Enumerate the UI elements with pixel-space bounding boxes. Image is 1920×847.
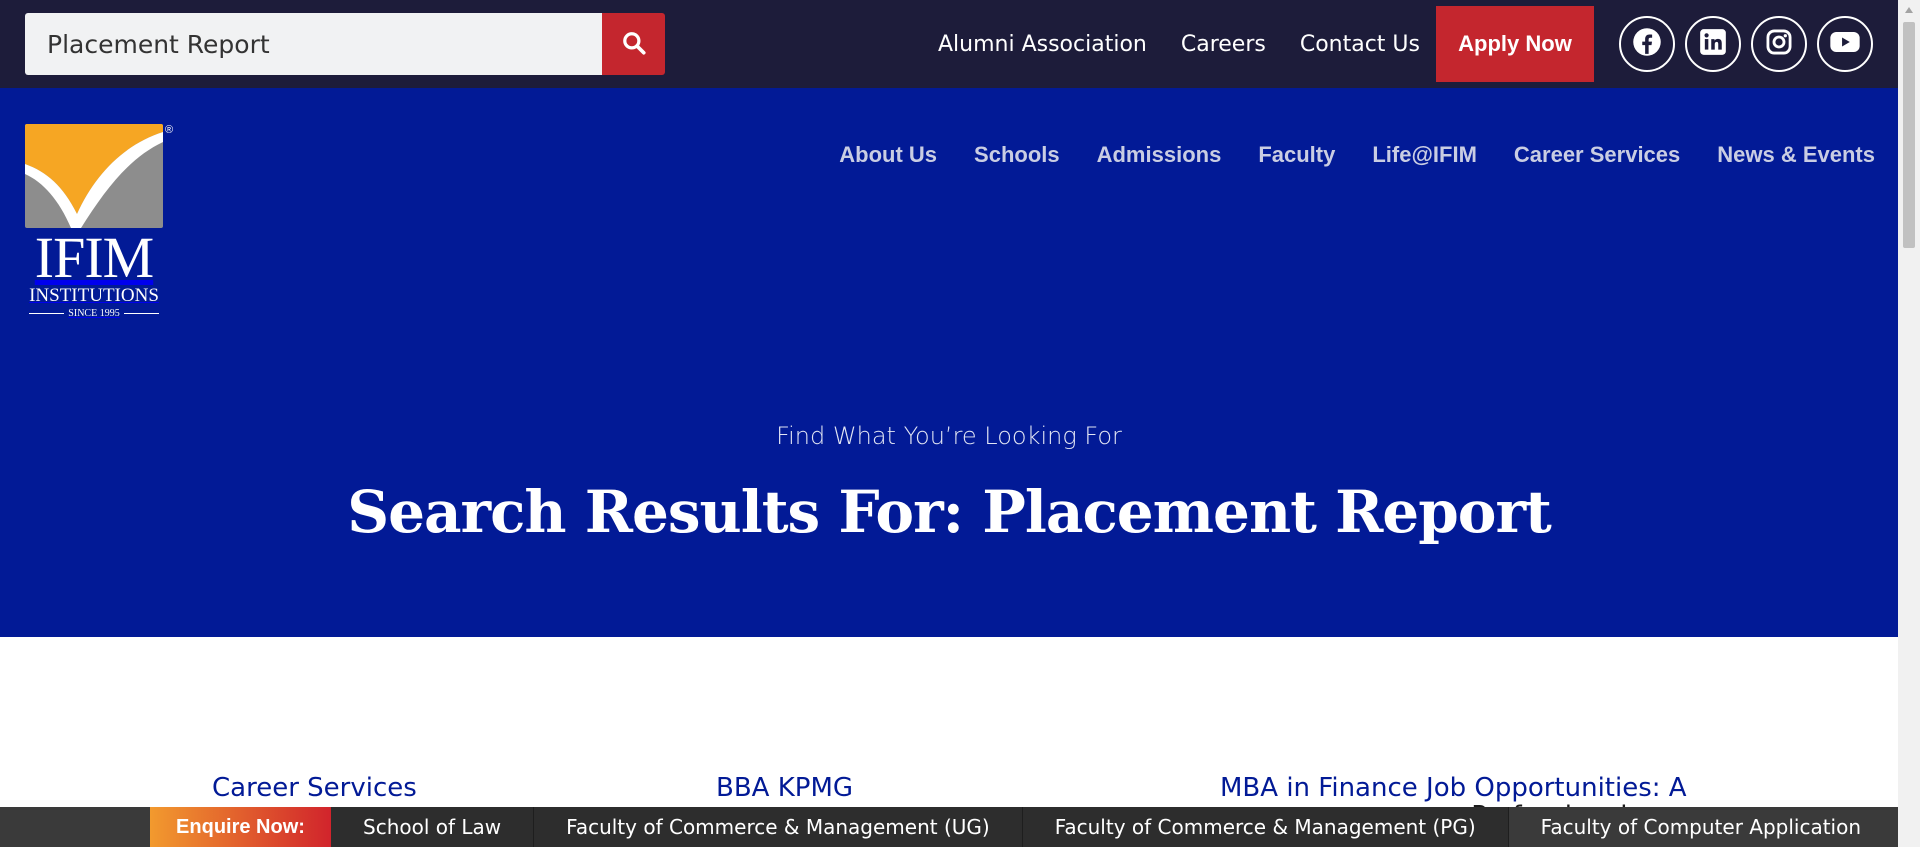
enquire-label: Enquire Now: xyxy=(150,807,331,847)
enquire-school-of-law[interactable]: School of Law xyxy=(331,807,535,847)
ifim-logo[interactable]: ® IFIM INSTITUTIONS SINCE 1995 xyxy=(25,124,177,330)
hero-banner: ® IFIM INSTITUTIONS SINCE 1995 About Us … xyxy=(0,88,1898,637)
linkedin-icon xyxy=(1699,28,1727,61)
result-title[interactable]: MBA in Finance Job Opportunities: A xyxy=(1220,773,1687,803)
utility-nav: Alumni Association Careers Contact Us xyxy=(938,0,1454,88)
contact-us-link[interactable]: Contact Us xyxy=(1300,32,1420,57)
search-bar xyxy=(25,13,665,75)
linkedin-link[interactable] xyxy=(1685,16,1741,72)
search-input[interactable] xyxy=(25,13,602,75)
search-icon xyxy=(621,30,647,59)
nav-about-us[interactable]: About Us xyxy=(839,142,937,168)
result-title[interactable]: Career Services xyxy=(212,773,417,803)
logo-registered-mark: ® xyxy=(165,124,174,136)
main-nav: About Us Schools Admissions Faculty Life… xyxy=(802,142,1875,168)
logo-divider xyxy=(29,313,65,314)
nav-admissions[interactable]: Admissions xyxy=(1097,142,1222,168)
result-title[interactable]: BBA KPMG xyxy=(716,773,853,803)
facebook-icon xyxy=(1632,27,1662,62)
facebook-link[interactable] xyxy=(1619,16,1675,72)
instagram-link[interactable] xyxy=(1751,16,1807,72)
logo-subtitle: INSTITUTIONS xyxy=(29,285,159,306)
enquire-computer-application[interactable]: Faculty of Computer Application xyxy=(1508,807,1894,847)
scroll-up-icon[interactable] xyxy=(1898,0,1920,20)
nav-faculty[interactable]: Faculty xyxy=(1258,142,1335,168)
youtube-icon xyxy=(1829,26,1861,63)
logo-checkmark-icon xyxy=(25,124,163,228)
nav-schools[interactable]: Schools xyxy=(974,142,1060,168)
instagram-icon xyxy=(1765,28,1793,61)
page-scrollbar[interactable] xyxy=(1898,0,1920,847)
top-bar: Alumni Association Careers Contact Us Ap… xyxy=(0,0,1898,88)
nav-news-events[interactable]: News & Events xyxy=(1717,142,1875,168)
enquire-commerce-management-ug[interactable]: Faculty of Commerce & Management (UG) xyxy=(534,807,1023,847)
enquire-commerce-management-pg[interactable]: Faculty of Commerce & Management (PG) xyxy=(1022,807,1509,847)
nav-career-services[interactable]: Career Services xyxy=(1514,142,1680,168)
apply-now-button[interactable]: Apply Now xyxy=(1436,6,1594,82)
social-links xyxy=(1619,16,1883,72)
hero-kicker: Find What You’re Looking For xyxy=(776,422,1122,450)
enquire-bar-spacer xyxy=(0,807,150,847)
scroll-thumb[interactable] xyxy=(1903,22,1915,248)
search-button[interactable] xyxy=(602,13,665,75)
careers-link[interactable]: Careers xyxy=(1181,32,1266,57)
logo-divider xyxy=(123,313,159,314)
logo-since: SINCE 1995 xyxy=(25,308,163,319)
page-title: Search Results For: Placement Report xyxy=(347,478,1552,546)
logo-since-text: SINCE 1995 xyxy=(68,308,120,319)
youtube-link[interactable] xyxy=(1817,16,1873,72)
enquire-bar: Enquire Now: School of Law Faculty of Co… xyxy=(0,807,1898,847)
alumni-association-link[interactable]: Alumni Association xyxy=(938,32,1147,57)
nav-life-at-ifim[interactable]: Life@IFIM xyxy=(1372,142,1477,168)
logo-wordmark: IFIM xyxy=(34,225,154,290)
